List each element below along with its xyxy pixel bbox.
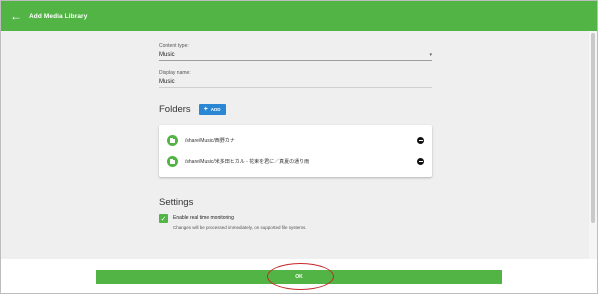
- remove-circle-icon[interactable]: [417, 137, 424, 144]
- settings-title: Settings: [159, 197, 194, 208]
- dialog-content: Content type: Music ▾ Display name: Musi…: [1, 31, 589, 259]
- list-item[interactable]: /share/Music/米多田ヒカル - 花束を君に／真夏の通り雨: [167, 151, 424, 172]
- folders-title: Folders: [159, 104, 191, 115]
- footer: OK: [1, 259, 597, 293]
- checkmark-icon: ✓: [160, 215, 167, 223]
- arrow-left-icon[interactable]: ←: [5, 1, 27, 31]
- library-form: Content type: Music ▾ Display name: Musi…: [159, 43, 432, 230]
- chevron-down-icon: ▾: [429, 52, 432, 58]
- scrollbar-thumb[interactable]: [591, 33, 595, 223]
- realtime-monitoring-setting: ✓ Enable real time monitoring Changes wi…: [159, 214, 432, 230]
- plus-icon: +: [203, 106, 208, 113]
- folder-path: /share/Music/米多田ヒカル - 花束を君に／真夏の通り雨: [185, 159, 310, 165]
- folders-header: Folders + ADD: [159, 104, 432, 115]
- display-name-label: Display name:: [159, 70, 191, 76]
- list-item[interactable]: /share/Music/西野カナ: [167, 130, 424, 151]
- folder-path: /share/Music/西野カナ: [185, 138, 235, 144]
- ok-button-label: OK: [295, 274, 303, 280]
- content-type-label: Content type:: [159, 43, 189, 49]
- add-folder-label: ADD: [210, 107, 221, 112]
- remove-circle-icon[interactable]: [417, 158, 424, 165]
- display-name-input[interactable]: Music: [159, 79, 432, 88]
- scrollbar[interactable]: [589, 31, 597, 259]
- folder-icon: [167, 135, 178, 146]
- realtime-monitoring-text: Enable real time monitoring Changes will…: [173, 214, 306, 230]
- ok-button[interactable]: OK: [96, 270, 502, 284]
- window: ← Add Media Library Content type: Music …: [0, 0, 598, 294]
- folder-icon: [167, 156, 178, 167]
- add-folder-button[interactable]: + ADD: [198, 104, 226, 115]
- display-name-value: Music: [159, 79, 175, 85]
- app-bar: ← Add Media Library: [1, 1, 597, 31]
- content-type-value: Music: [159, 52, 175, 58]
- realtime-monitoring-label: Enable real time monitoring: [173, 215, 234, 221]
- folders-list: /share/Music/西野カナ /share/Music/米多田ヒカル - …: [159, 125, 432, 177]
- realtime-monitoring-help: Changes will be processed immediately, o…: [173, 225, 307, 230]
- content-type-select[interactable]: Music ▾: [159, 52, 432, 61]
- realtime-monitoring-checkbox[interactable]: ✓: [159, 214, 168, 223]
- page-title: Add Media Library: [29, 12, 88, 20]
